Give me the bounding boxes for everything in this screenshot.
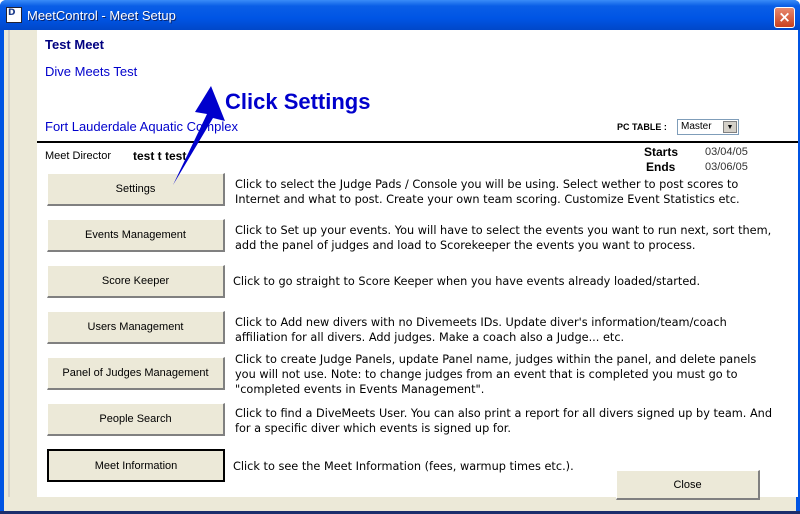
callout-arrow-icon	[173, 86, 225, 185]
window-frame: D MeetControl - Meet Setup × Test Meet D…	[0, 0, 800, 514]
callout-text: Click Settings	[225, 89, 371, 114]
